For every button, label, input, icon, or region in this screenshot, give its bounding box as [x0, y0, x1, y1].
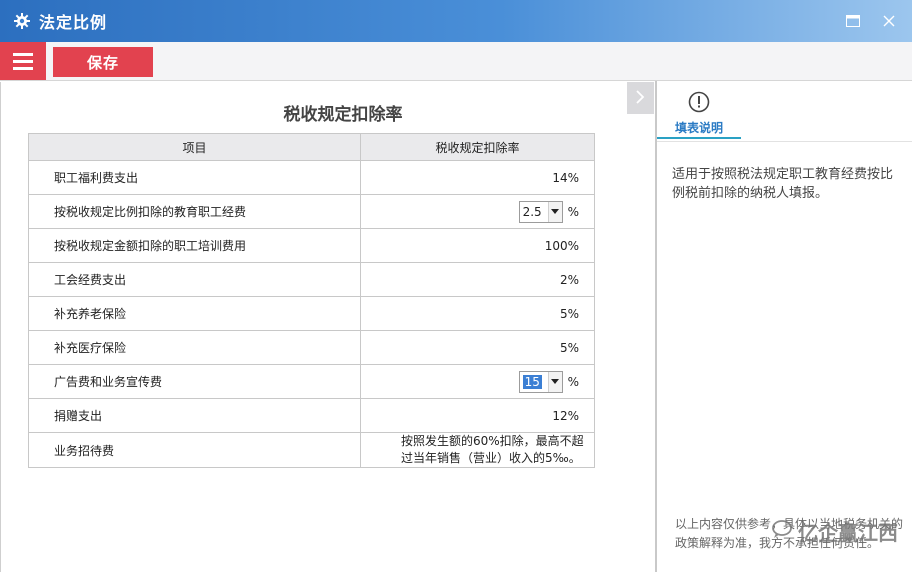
row-item: 捐赠支出 [28, 398, 361, 433]
row-item: 职工福利费支出 [28, 160, 361, 195]
column-header-rate: 税收规定扣除率 [360, 133, 595, 161]
instructions-panel: 填表说明 适用于按照税法规定职工教育经费按比例税前扣除的纳税人填报。 以上内容仅… [655, 81, 912, 572]
table-row: 按税收规定金额扣除的职工培训费用 100% [28, 228, 595, 263]
chevron-down-icon[interactable] [547, 201, 562, 222]
row-value: 100% [360, 228, 595, 263]
table-row: 按税收规定比例扣除的教育职工经费 2.5 % [28, 194, 595, 229]
table-row: 补充医疗保险 5% [28, 330, 595, 365]
table-row: 捐赠支出 12% [28, 398, 595, 433]
maximize-icon[interactable] [844, 12, 862, 30]
row-value: 5% [360, 296, 595, 331]
unit-label: % [567, 204, 579, 219]
tab-label: 填表说明 [674, 121, 723, 135]
chat-bubble-icon [772, 519, 794, 544]
row-value: 2% [360, 262, 595, 297]
table-row: 广告费和业务宣传费 15 % [28, 364, 595, 399]
rate-table: 项目 税收规定扣除率 职工福利费支出 14% 按税收规定比例扣除的教育职工经费 … [28, 133, 595, 468]
title-bar: 法定比例 [0, 0, 912, 42]
instruction-text: 适用于按照税法规定职工教育经费按比例税前扣除的纳税人填报。 [672, 167, 894, 201]
row-item: 广告费和业务宣传费 [28, 364, 361, 399]
save-button[interactable]: 保存 [53, 47, 153, 77]
unit-label: % [567, 374, 579, 389]
watermark: 亿企赢江西 [772, 517, 898, 546]
row-item: 工会经费支出 [28, 262, 361, 297]
advertising-rate-select[interactable]: 15 [518, 370, 563, 393]
chevron-down-icon[interactable] [547, 371, 562, 392]
info-icon [688, 91, 710, 116]
table-row: 补充养老保险 5% [28, 296, 595, 331]
row-item: 补充医疗保险 [28, 330, 361, 365]
table-row: 职工福利费支出 14% [28, 160, 595, 195]
row-value: 15 % [360, 364, 595, 399]
row-value: 5% [360, 330, 595, 365]
tab-instructions[interactable]: 填表说明 [657, 81, 741, 139]
row-item: 业务招待费 [28, 432, 361, 468]
gear-icon [13, 12, 31, 30]
toolbar: 保存 [0, 42, 912, 81]
row-value: 2.5 % [360, 194, 595, 229]
table-row: 工会经费支出 2% [28, 262, 595, 297]
collapse-panel-button[interactable] [627, 82, 654, 114]
row-note: 按照发生额的60%扣除，最高不超过当年销售（营业）收入的5‰。 [360, 432, 595, 468]
table-row: 业务招待费 按照发生额的60%扣除，最高不超过当年销售（营业）收入的5‰。 [28, 432, 595, 468]
row-value: 12% [360, 398, 595, 433]
select-value: 2.5 [522, 204, 542, 219]
row-item: 按税收规定金额扣除的职工培训费用 [28, 228, 361, 263]
page-title: 税收规定扣除率 [283, 105, 403, 125]
row-item: 按税收规定比例扣除的教育职工经费 [28, 194, 361, 229]
main-panel: 税收规定扣除率 项目 税收规定扣除率 职工福利费支出 14% 按税收规定比例扣除… [0, 82, 626, 572]
watermark-text: 亿企赢江西 [798, 521, 898, 545]
select-value: 15 [522, 374, 542, 389]
window-title: 法定比例 [39, 13, 108, 32]
row-value: 14% [360, 160, 595, 195]
column-header-item: 项目 [28, 133, 361, 161]
row-item: 补充养老保险 [28, 296, 361, 331]
menu-icon[interactable] [0, 42, 46, 80]
close-icon[interactable] [880, 12, 898, 30]
education-rate-select[interactable]: 2.5 [518, 200, 563, 223]
chevron-right-icon [636, 89, 645, 107]
